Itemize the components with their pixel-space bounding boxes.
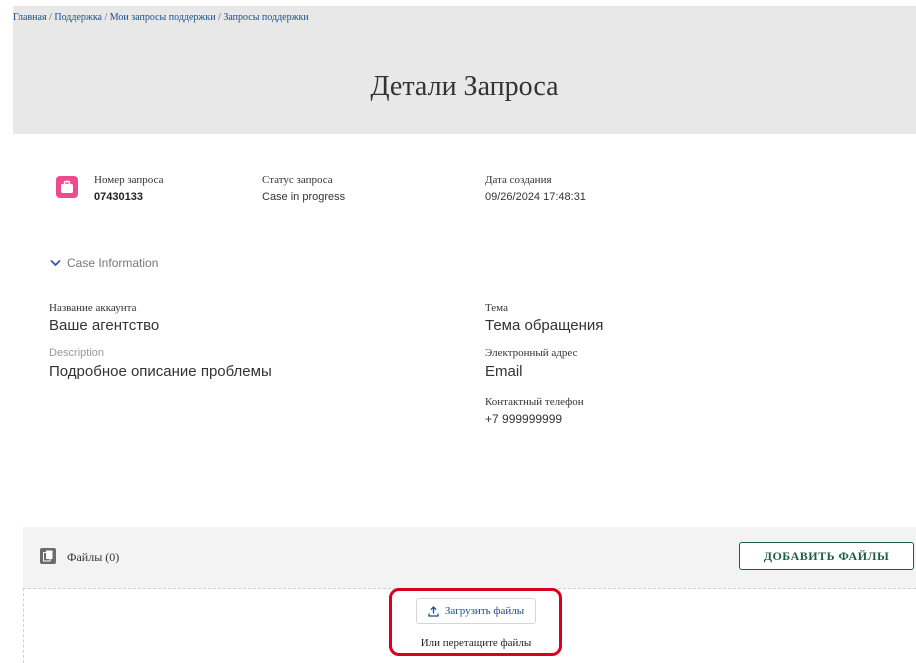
subject-label: Тема [485, 302, 508, 314]
add-files-button[interactable]: ДОБАВИТЬ ФАЙЛЫ [739, 542, 914, 570]
breadcrumb-my-requests[interactable]: Мои запросы поддержки [110, 12, 216, 23]
breadcrumb-home[interactable]: Главная [13, 12, 47, 23]
breadcrumb: Главная / Поддержка / Мои запросы поддер… [13, 12, 309, 23]
created-date-value: 09/26/2024 17:48:31 [485, 191, 586, 203]
phone-label: Контактный телефон [485, 396, 584, 408]
description-label: Description [49, 347, 105, 359]
files-title: Файлы (0) [67, 550, 120, 564]
drop-zone-border [23, 588, 24, 663]
case-status-label: Статус запроса [262, 174, 333, 186]
email-value: Email [485, 363, 523, 380]
account-name-value: Ваше агентство [49, 317, 160, 334]
page-title: Детали Запроса [370, 70, 559, 102]
case-number-label: Номер запроса [94, 174, 164, 186]
briefcase-icon [56, 176, 78, 198]
description-value: Подробное описание проблемы [49, 363, 272, 380]
account-name-label: Название аккаунта [49, 302, 137, 314]
case-number-value: 07430133 [94, 191, 143, 203]
upload-highlight-box [389, 588, 562, 656]
email-label: Электронный адрес [485, 347, 578, 359]
files-icon [40, 548, 56, 564]
breadcrumb-support-requests[interactable]: Запросы поддержки [223, 12, 308, 23]
case-status-value: Case in progress [262, 191, 346, 203]
chevron-down-icon [50, 259, 61, 267]
case-information-label: Case Information [67, 256, 159, 270]
phone-value: +7 999999999 [485, 412, 563, 426]
subject-value: Тема обращения [485, 317, 604, 334]
case-information-toggle[interactable]: Case Information [50, 256, 158, 270]
breadcrumb-support[interactable]: Поддержка [54, 12, 102, 23]
created-date-label: Дата создания [485, 174, 552, 186]
